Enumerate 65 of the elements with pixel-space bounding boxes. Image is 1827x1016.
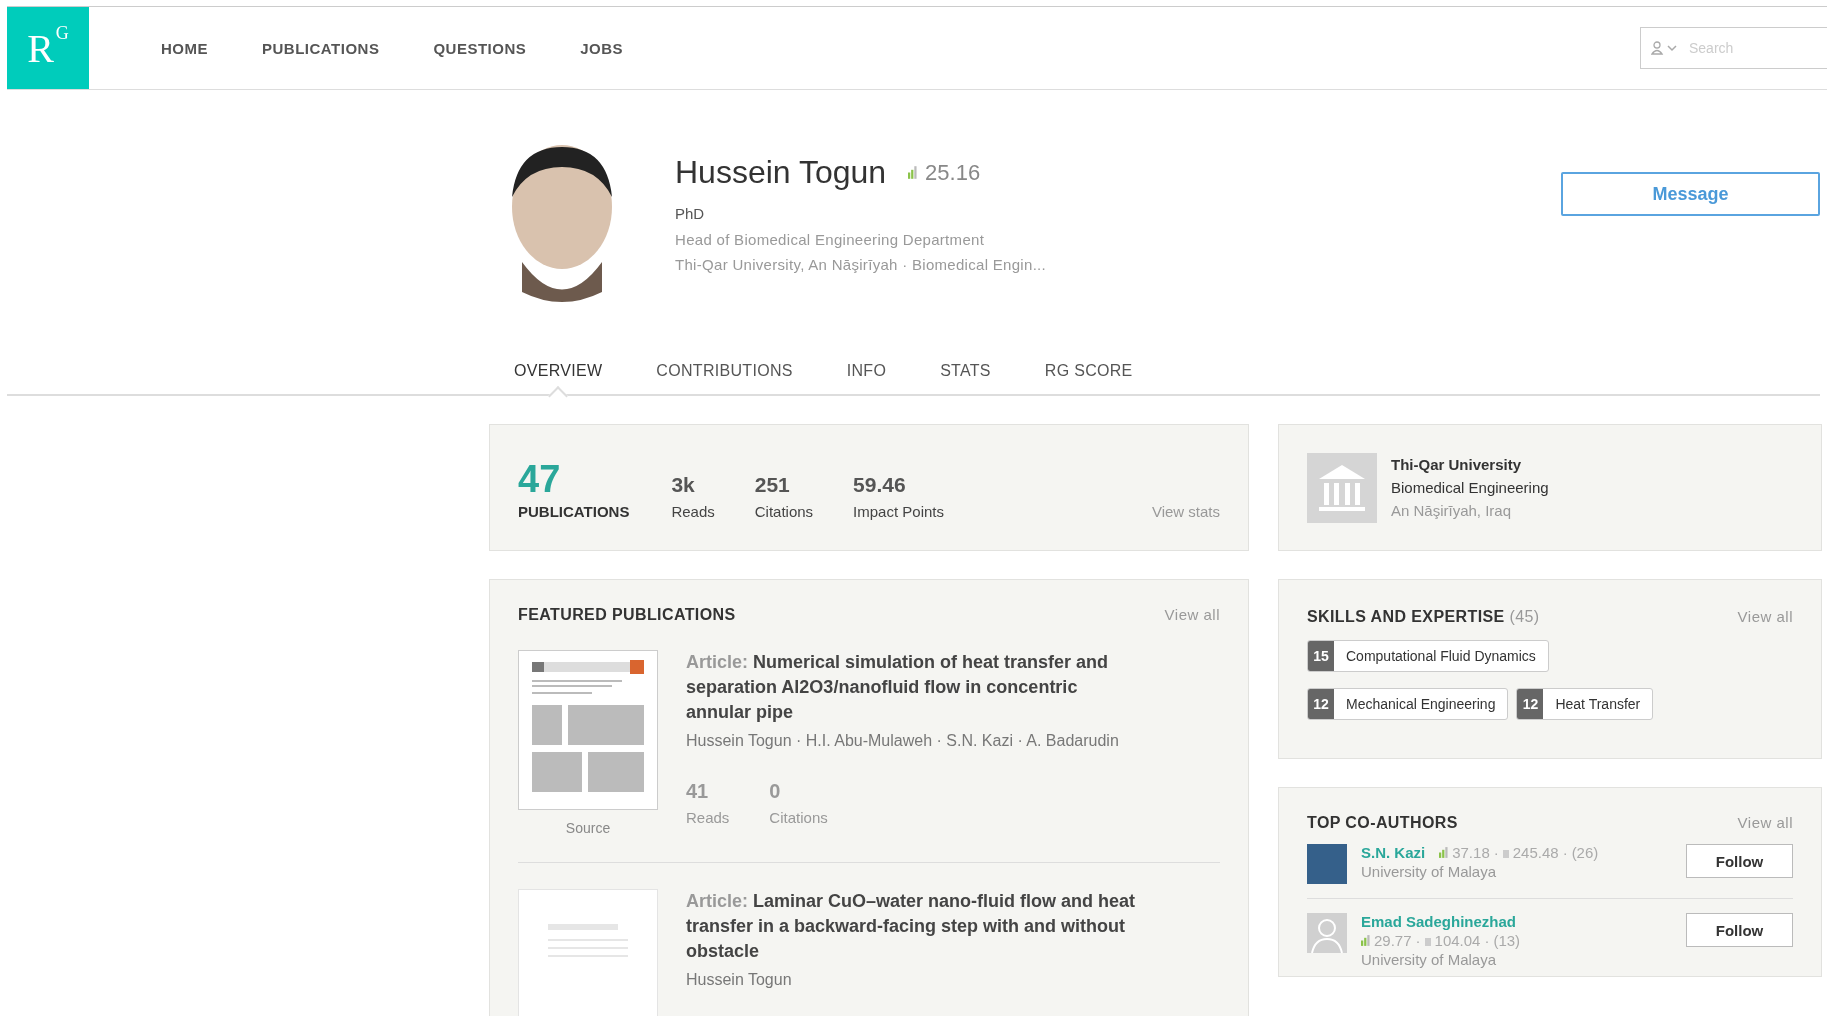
skill-tag[interactable]: Heat Transfer [1543,689,1653,719]
avatar-silhouette[interactable] [1307,913,1347,953]
author-list: Hussein Togun · H.I. Abu-Mulaweh · S.N. Kazi · A. Badarudin [686,730,1146,752]
profile-tab[interactable]: RG SCORE [1044,352,1133,394]
author-list: Hussein Togun [686,969,1146,991]
source-label: Source [565,820,611,836]
reads-label: Reads [686,809,730,826]
rg-score: 37.18 [1452,844,1490,861]
stat-value: 3k [671,473,696,497]
section-title: FEATURED PUBLICATIONS [518,606,736,624]
stat-value: 251 [754,473,791,497]
separator-dot: · [1493,844,1499,861]
bar-chart-icon [1439,847,1449,858]
skill-tag[interactable]: Mechanical Engineering [1334,689,1508,719]
section-title: SKILLS AND EXPERTISE (45) [1307,608,1540,626]
position: Head of Biomedical Engineering Department [675,231,986,248]
coauthor-institution: University of Malaya [1361,951,1498,968]
document-thumbnail[interactable] [518,650,658,810]
document-thumbnail[interactable] [518,889,658,1016]
separator-dot: · [1484,932,1490,949]
stat-value: 59.46 [853,473,907,497]
endorsement-count: 15 [1308,641,1334,671]
rg-score: 25.16 [925,159,981,186]
publications-label: PUBLICATIONS [518,503,630,520]
impact-points: 104.04 [1434,932,1481,949]
department-name[interactable]: Biomedical Engineering [1391,479,1549,496]
profile-name: Hussein Togun [675,154,887,191]
coauthor-institution: University of Malaya [1361,863,1498,880]
publications-count: 47 [518,458,562,501]
publication-title[interactable]: Article: Numerical simulation of heat transfer and separation Al2O3/nanofluid flow in concentric annular pipe [686,650,1146,725]
nav-link[interactable]: PUBLICATIONS [262,39,380,57]
citations-count: 0 [769,780,782,803]
shared-count: (26) [1571,844,1599,861]
reads-count: 41 [686,780,710,803]
degree: PhD [675,205,706,222]
separator-dot: · [1562,844,1568,861]
profile-tab[interactable]: STATS [940,352,991,394]
stat-label: Citations [754,503,814,520]
follow-button[interactable]: Follow [1686,913,1793,947]
photo-placeholder[interactable] [1307,844,1347,884]
location: An Nāşirīyah, Iraq [1391,502,1513,519]
endorsement-count: 12 [1308,689,1334,719]
bar-chart-icon [1361,935,1370,946]
affiliation: Thi-Qar University, An Nāşirīyah · Biomedical Engin... [675,256,1047,273]
separator-dot: · [1415,932,1421,949]
profile-tab[interactable]: INFO [846,352,887,394]
follow-button[interactable]: Follow [1686,844,1793,878]
profile-tab[interactable]: CONTRIBUTIONS [656,352,793,394]
bar-chart-icon [908,166,918,179]
shared-count: (13) [1493,932,1521,949]
user-icon[interactable] [1651,41,1679,55]
stat-label: Impact Points [853,503,944,520]
nav-link[interactable]: JOBS [580,39,624,57]
institution-icon [1307,452,1377,523]
institution-name[interactable]: Thi-Qar University [1391,456,1549,473]
nav-link[interactable]: QUESTIONS [433,39,527,57]
nav-link[interactable]: HOME [161,39,208,57]
skill-tag[interactable]: Computational Fluid Dynamics [1334,641,1548,671]
stat-label: Reads [671,503,715,520]
endorsement-count: 12 [1517,689,1544,719]
impact-points: 245.48 [1512,844,1559,861]
publication-title[interactable]: Article: Laminar CuO–water nano-fluid flow and heat transfer in a backward-facing step with and without obstacle [686,889,1146,964]
section-title: TOP CO-AUTHORS [1307,814,1458,832]
rg-score: 29.77 [1374,932,1412,949]
citations-label: Citations [769,809,828,826]
